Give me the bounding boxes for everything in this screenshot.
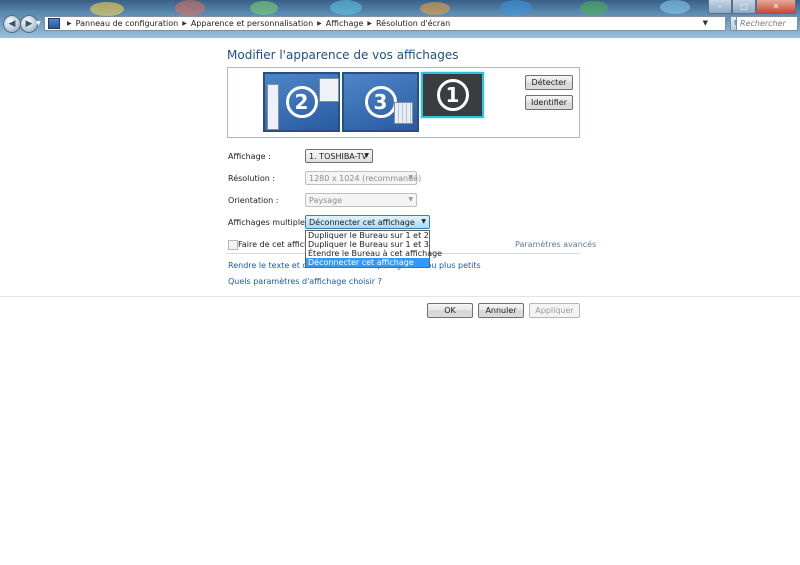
breadcrumb-appearance[interactable]: Apparence et personnalisation — [191, 19, 313, 28]
breadcrumb-separator-icon: ▶ — [182, 20, 187, 27]
resolution-label: Résolution : — [228, 174, 276, 183]
background-blob — [330, 0, 362, 15]
breadcrumb-separator-icon: ▶ — [367, 20, 372, 27]
search-input[interactable]: Rechercher — [736, 16, 798, 31]
monitor-2[interactable]: 2 — [263, 72, 340, 132]
breadcrumb-display[interactable]: Affichage — [326, 19, 364, 28]
monitor-1[interactable]: 1 — [421, 72, 484, 118]
multiple-displays-select[interactable]: Déconnecter cet affichage ▼ — [305, 215, 430, 229]
background-blob — [420, 2, 450, 15]
background-blob — [250, 1, 278, 15]
which-settings-link[interactable]: Quels paramètres d'affichage choisir ? — [228, 277, 382, 286]
footer-divider — [0, 296, 800, 297]
advanced-settings-link[interactable]: Paramètres avancés — [515, 240, 596, 249]
monitor-arrangement-area: 2 3 1 Détecter Identifier — [227, 67, 580, 138]
main-display-checkbox[interactable] — [228, 240, 238, 250]
background-blob — [500, 0, 532, 15]
page-title: Modifier l'apparence de vos affichages — [227, 48, 459, 62]
forward-arrow-icon: ▶ — [25, 19, 33, 29]
multiple-displays-dropdown-list: Dupliquer le Bureau sur 1 et 2 Dupliquer… — [305, 230, 442, 268]
identify-button[interactable]: Identifier — [525, 95, 573, 110]
chevron-down-icon: ▼ — [421, 218, 426, 225]
ok-button[interactable]: OK — [427, 303, 473, 318]
monitor-number: 2 — [285, 86, 318, 118]
maximize-button[interactable]: □ — [732, 0, 756, 14]
background-blob — [90, 2, 124, 16]
orientation-select[interactable]: Paysage ▼ — [305, 193, 417, 207]
background-blob — [580, 1, 608, 15]
display-label: Affichage : — [228, 152, 271, 161]
chevron-down-icon: ▼ — [364, 152, 369, 159]
monitor-number: 3 — [364, 86, 397, 118]
orientation-label: Orientation : — [228, 196, 279, 205]
background-blob — [660, 0, 690, 14]
breadcrumb-separator-icon: ▶ — [67, 20, 72, 27]
chevron-down-icon: ▼ — [408, 196, 413, 203]
window-thumbnail — [319, 78, 339, 102]
back-arrow-icon: ◀ — [8, 19, 16, 29]
close-button[interactable]: ✕ — [756, 0, 796, 14]
cancel-button[interactable]: Annuler — [478, 303, 524, 318]
multiple-displays-value: Déconnecter cet affichage — [309, 218, 415, 227]
breadcrumb-screen-resolution[interactable]: Résolution d'écran — [376, 19, 450, 28]
window-thumbnail — [394, 102, 413, 124]
address-bar[interactable]: ▶ Panneau de configuration ▶ Apparence e… — [44, 16, 726, 31]
dropdown-option-duplicate-1-2[interactable]: Dupliquer le Bureau sur 1 et 2 — [306, 231, 429, 240]
control-panel-icon — [48, 18, 60, 29]
background-blob — [175, 0, 205, 16]
recent-pages-dropdown-icon[interactable]: ▼ — [36, 20, 41, 27]
window-controls: – □ ✕ — [708, 0, 796, 14]
back-button[interactable]: ◀ — [3, 15, 21, 33]
address-dropdown-icon[interactable]: ▼ — [703, 19, 708, 27]
window-thumbnail — [267, 84, 279, 130]
dropdown-option-duplicate-1-3[interactable]: Dupliquer le Bureau sur 1 et 3 — [306, 240, 429, 249]
monitor-3[interactable]: 3 — [342, 72, 419, 132]
dropdown-option-extend[interactable]: Étendre le Bureau à cet affichage — [306, 249, 442, 258]
chevron-down-icon: ▼ — [408, 174, 413, 181]
orientation-value: Paysage — [309, 196, 343, 205]
dropdown-option-disconnect[interactable]: Déconnecter cet affichage — [306, 258, 429, 267]
breadcrumb-separator-icon: ▶ — [317, 20, 322, 27]
minimize-button[interactable]: – — [708, 0, 732, 14]
resolution-select[interactable]: 1280 x 1024 (recommandé) ▼ — [305, 171, 421, 185]
breadcrumb-control-panel[interactable]: Panneau de configuration — [76, 19, 179, 28]
resolution-value: 1280 x 1024 (recommandé) — [309, 174, 422, 183]
multiple-displays-label: Affichages multiples : — [228, 218, 315, 227]
monitor-number: 1 — [436, 79, 469, 111]
display-select[interactable]: 1. TOSHIBA-TV ▼ — [305, 149, 373, 163]
display-value: 1. TOSHIBA-TV — [309, 152, 368, 161]
apply-button[interactable]: Appliquer — [529, 303, 580, 318]
detect-button[interactable]: Détecter — [525, 75, 573, 90]
